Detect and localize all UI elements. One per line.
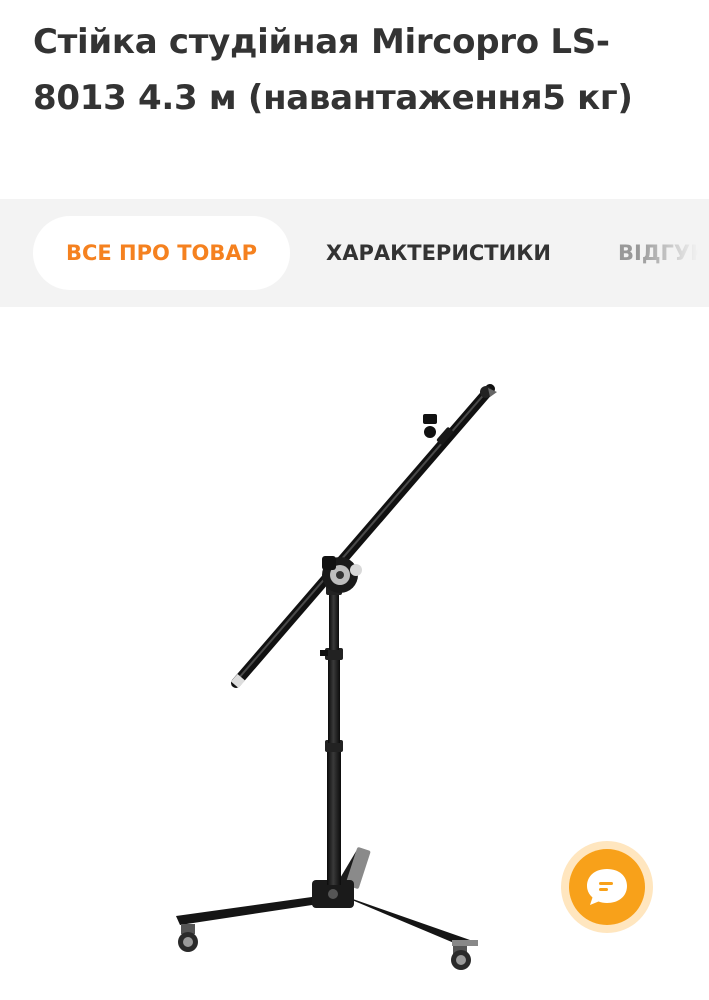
boom-clamp [322, 556, 362, 593]
chat-button[interactable] [561, 841, 653, 933]
tabs-scroll-fade [639, 199, 709, 307]
product-title: Стійка студійная Mircopro LS-8013 4.3 м … [33, 22, 633, 118]
tab-all-about-product[interactable]: ВСЕ ПРО ТОВАР [33, 216, 290, 290]
boom-arm [230, 384, 497, 689]
chat-bubble-icon [587, 869, 627, 905]
tripod-legs [176, 847, 470, 948]
product-tabs: ВСЕ ПРО ТОВАР ХАРАКТЕРИСТИКИ ВІДГУКИ [0, 199, 709, 307]
vertical-column [320, 585, 343, 885]
product-page: Стійка студійная Mircopro LS-8013 4.3 м … [0, 0, 709, 1000]
tab-specifications[interactable]: ХАРАКТЕРИСТИКИ [326, 216, 551, 290]
